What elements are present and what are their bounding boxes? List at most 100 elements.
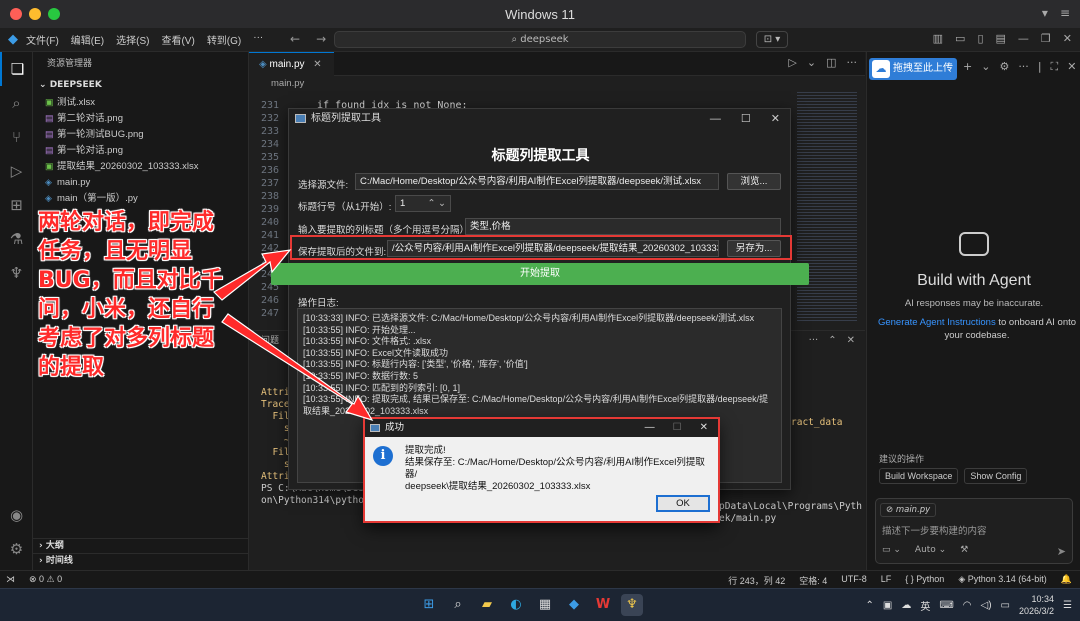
start-extract-button-face[interactable]: 开始提取: [271, 263, 809, 285]
edge-icon[interactable]: ◐: [505, 594, 527, 616]
volume-icon[interactable]: ◁): [981, 600, 992, 611]
problems-count[interactable]: ⊗ 0 ⚠ 0: [29, 574, 62, 585]
customize-layout-icon[interactable]: ▤: [996, 32, 1006, 45]
extensions-icon[interactable]: ⊞: [0, 188, 33, 222]
new-chat-icon[interactable]: +: [963, 60, 972, 74]
split-editor-icon[interactable]: ◫: [826, 56, 836, 69]
file-item[interactable]: ▤ 第二轮对话.png: [33, 110, 248, 126]
minimap[interactable]: [797, 92, 857, 322]
menu-more[interactable]: ···: [253, 32, 263, 47]
minimize-icon[interactable]: —: [1018, 32, 1029, 45]
chat-input-box[interactable]: ⊘ main.py 描述下一步要构建的内容 ▭ ⌄ Auto ⌄ ⚒ ➤: [875, 498, 1073, 564]
encoding[interactable]: UTF-8: [841, 574, 867, 587]
file-item[interactable]: ▤ 第一轮测试BUG.png: [33, 126, 248, 142]
close-icon[interactable]: ✕: [771, 109, 780, 129]
file-item[interactable]: ▣ 提取结果_20260302_103333.xlsx: [33, 158, 248, 174]
panel-maximize-icon[interactable]: ⌃: [828, 335, 836, 346]
timeline-section[interactable]: › 时间线: [33, 553, 249, 568]
keyboard-icon[interactable]: ⌨: [939, 600, 953, 611]
mode-dropdown-icon[interactable]: ▭ ⌄: [882, 545, 901, 555]
source-file-input[interactable]: C:/Mac/Home/Desktop/公众号内容/利用AI制作Excel列提取…: [355, 173, 719, 190]
back-arrow-icon[interactable]: ←: [290, 32, 300, 46]
more-actions-icon[interactable]: ···: [847, 56, 858, 69]
cursor-position[interactable]: 行 243，列 42: [728, 574, 785, 587]
battery-icon[interactable]: ▭: [1001, 600, 1010, 611]
run-dropdown-icon[interactable]: ⌄: [807, 56, 816, 69]
sidebar-toggle-icon[interactable]: ▯: [977, 32, 983, 45]
ime-indicator[interactable]: 英: [920, 598, 930, 613]
copilot-button[interactable]: ⊡ ▾: [756, 31, 788, 48]
chat-input[interactable]: 描述下一步要构建的内容: [882, 523, 987, 537]
run-icon[interactable]: ▷: [788, 56, 796, 69]
python-app-icon[interactable]: ♆: [621, 594, 643, 616]
file-explorer-icon[interactable]: ▰: [476, 594, 498, 616]
menu-go[interactable]: 转到(G): [207, 32, 241, 47]
account-icon[interactable]: ◉: [0, 498, 33, 532]
indentation[interactable]: 空格: 4: [799, 574, 827, 587]
dropdown-icon[interactable]: ⌄: [981, 60, 990, 74]
wifi-icon[interactable]: ◠: [963, 600, 972, 611]
context-chip[interactable]: ⊘ main.py: [880, 503, 937, 517]
spinner-arrows-icon[interactable]: ⌃ ⌄: [427, 196, 446, 211]
python-interpreter[interactable]: ◈ Python 3.14 (64-bit): [958, 574, 1046, 587]
command-search[interactable]: ⌕ deepseek: [334, 31, 746, 48]
show-config-button[interactable]: Show Config: [964, 468, 1028, 484]
file-item[interactable]: ▣ 测试.xlsx: [33, 94, 248, 110]
language-mode[interactable]: { } Python: [905, 574, 944, 587]
minimize-icon[interactable]: —: [710, 109, 721, 129]
settings-gear-icon[interactable]: ⚙: [0, 532, 33, 566]
forward-arrow-icon[interactable]: →: [316, 32, 326, 46]
model-dropdown[interactable]: Auto ⌄: [915, 545, 946, 555]
tray-app-icon[interactable]: ▣: [883, 600, 892, 611]
more-icon[interactable]: ···: [809, 335, 819, 346]
build-workspace-button[interactable]: Build Workspace: [879, 468, 959, 484]
menu-view[interactable]: 查看(V): [161, 32, 194, 47]
explorer-icon[interactable]: ❏: [0, 52, 33, 86]
notifications-icon[interactable]: 🔔: [1061, 574, 1072, 587]
workspace-folder[interactable]: ⌄ DEEPSEEK: [33, 76, 248, 94]
layout-icon[interactable]: ▥: [933, 32, 943, 45]
more-icon[interactable]: ···: [1018, 60, 1029, 74]
notification-center-icon[interactable]: ☰: [1063, 600, 1072, 611]
python-icon[interactable]: ♆: [0, 256, 33, 290]
close-icon[interactable]: ✕: [1063, 32, 1072, 45]
menu-edit[interactable]: 编辑(E): [71, 32, 104, 47]
menu-file[interactable]: 文件(F): [26, 32, 59, 47]
tab-close-icon[interactable]: ✕: [313, 59, 321, 70]
tab-main-py[interactable]: ◈ main.py ✕: [249, 52, 334, 76]
header-row-spinbox[interactable]: 1 ⌃ ⌄: [395, 195, 451, 212]
close-icon[interactable]: ✕: [1067, 60, 1076, 74]
search-icon[interactable]: ⌕: [447, 594, 469, 616]
source-control-icon[interactable]: ⑂: [0, 120, 33, 154]
run-debug-icon[interactable]: ▷: [0, 154, 33, 188]
outline-section[interactable]: › 大纲: [33, 538, 249, 553]
store-icon[interactable]: ▦: [534, 594, 556, 616]
file-item[interactable]: ▤ 第一轮对话.png: [33, 142, 248, 158]
file-item[interactable]: ◈ main.py: [33, 174, 248, 190]
maximize-icon[interactable]: ☐: [741, 109, 751, 129]
columns-input[interactable]: 类型,价格: [465, 218, 781, 235]
tray-overflow-icon[interactable]: ⌃: [865, 600, 873, 611]
browse-button[interactable]: 浏览...: [727, 173, 781, 190]
menu-selection[interactable]: 选择(S): [116, 32, 149, 47]
onedrive-icon[interactable]: ☁: [901, 600, 911, 611]
wps-icon[interactable]: W: [592, 594, 614, 616]
generate-instructions-link[interactable]: Generate Agent Instructions: [878, 317, 996, 328]
upload-button[interactable]: ☁ 拖拽至此上传: [869, 58, 957, 80]
remote-icon[interactable]: ⋊: [6, 574, 15, 585]
testing-icon[interactable]: ⚗: [0, 222, 33, 256]
send-icon[interactable]: ➤: [1057, 545, 1066, 558]
warning-icon[interactable]: ▾: [1042, 6, 1048, 20]
file-item[interactable]: ◈ main（第一版）.py: [33, 190, 248, 206]
line-ending[interactable]: LF: [881, 574, 892, 587]
search-icon[interactable]: ⌕: [0, 86, 33, 120]
windows-start-icon[interactable]: ⊞: [418, 594, 440, 616]
clock[interactable]: 10:34 2026/3/2: [1019, 593, 1054, 617]
restore-icon[interactable]: ❐: [1041, 32, 1051, 45]
breadcrumb[interactable]: main.py: [249, 76, 865, 92]
settings-gear-icon[interactable]: ⚙: [999, 60, 1009, 74]
vscode-icon[interactable]: ◆: [563, 594, 585, 616]
maximize-icon[interactable]: ⛶: [1051, 60, 1059, 74]
panel-close-icon[interactable]: ✕: [847, 335, 855, 346]
menu-icon[interactable]: ≡: [1060, 6, 1070, 20]
